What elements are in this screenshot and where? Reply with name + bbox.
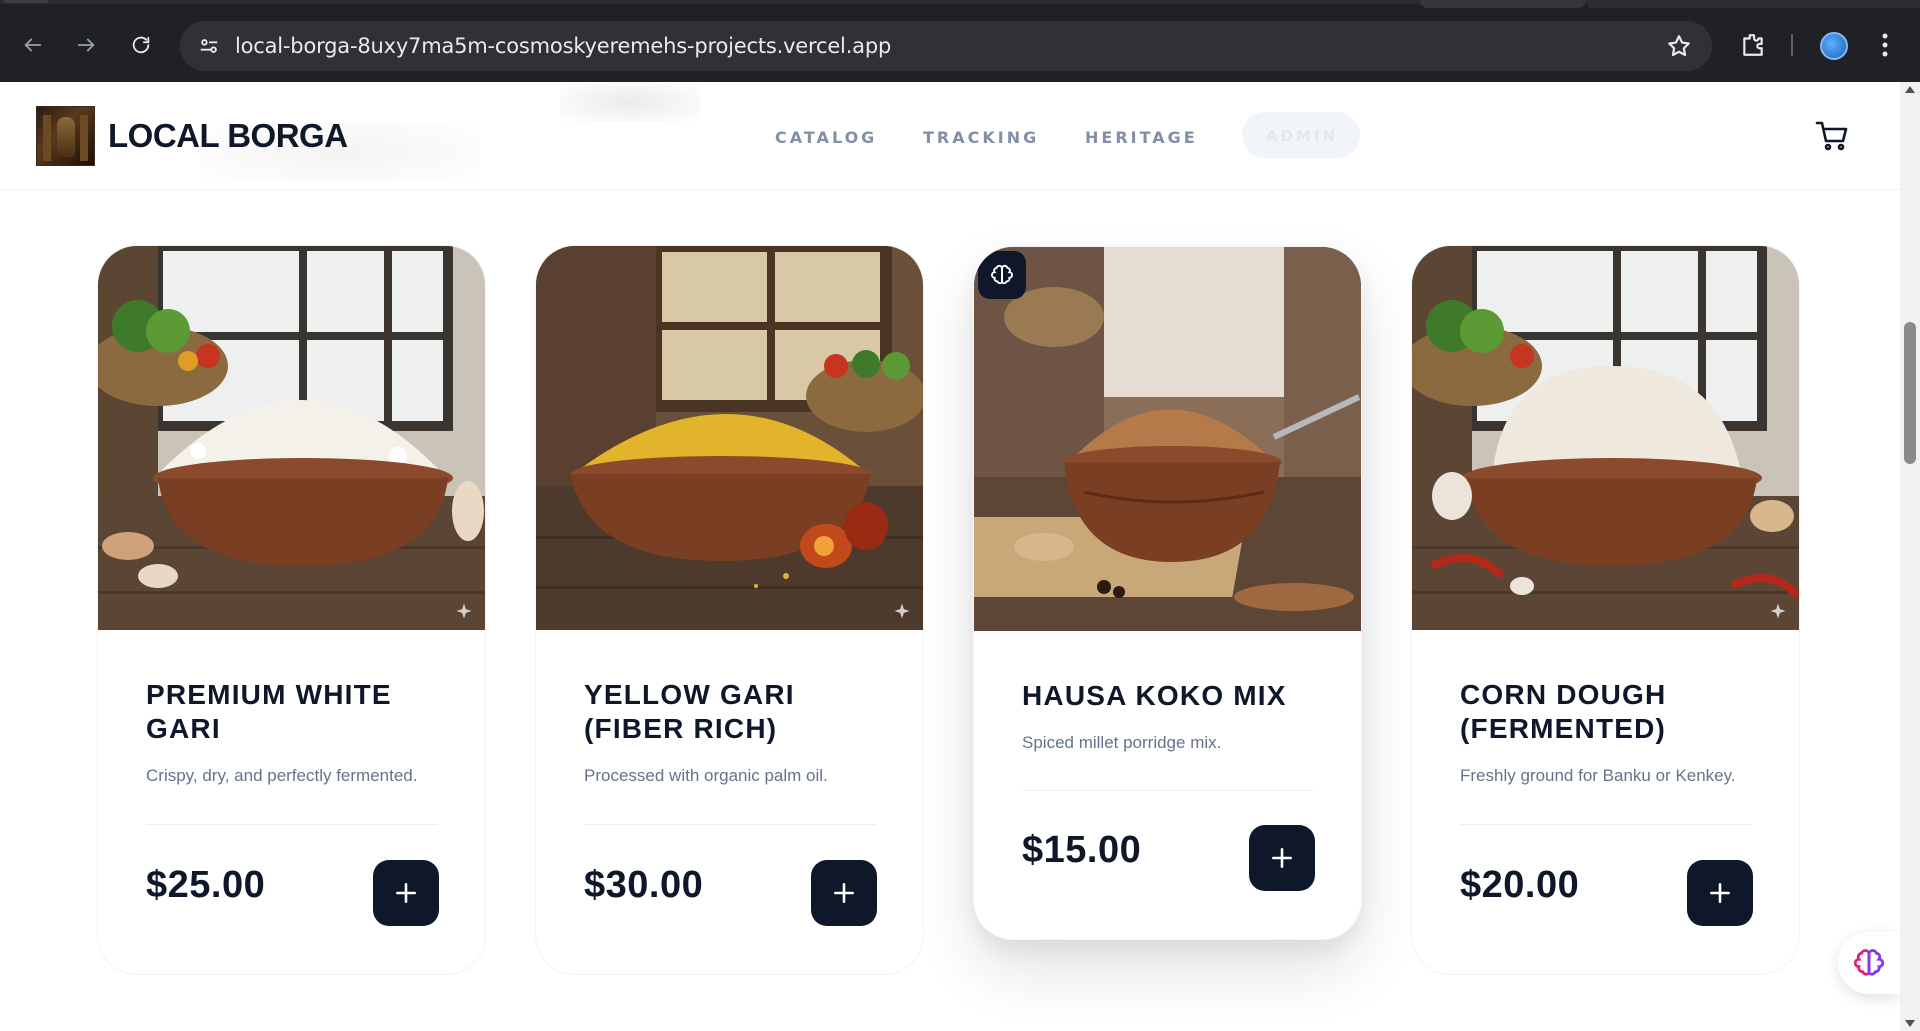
- product-description: Spiced millet porridge mix.: [1022, 733, 1222, 752]
- plus-icon: [396, 883, 416, 903]
- brain-icon: [991, 264, 1013, 285]
- product-title[interactable]: PREMIUM WHITE GARI: [146, 678, 446, 746]
- product-title[interactable]: CORN DOUGH (FERMENTED): [1460, 678, 1760, 746]
- plus-icon: [834, 883, 854, 903]
- product-image: [974, 247, 1361, 631]
- product-card: PREMIUM WHITE GARI Crispy, dry, and perf…: [97, 245, 486, 975]
- add-to-cart-button[interactable]: [1249, 825, 1315, 891]
- nav-admin-label: ADMIN: [1266, 127, 1339, 145]
- back-button[interactable]: [16, 28, 50, 62]
- product-card: HAUSA KOKO MIX Spiced millet porridge mi…: [973, 246, 1362, 940]
- extensions-icon[interactable]: [1740, 32, 1766, 58]
- card-divider: [1460, 824, 1752, 825]
- tab-edge[interactable]: [4, 0, 48, 3]
- url-text[interactable]: local-borga-8uxy7ma5m-cosmoskyeremehs-pr…: [235, 34, 891, 58]
- header-backdrop: [560, 82, 700, 122]
- arrow-right-icon: [77, 38, 95, 52]
- scrollbar-thumb[interactable]: [1904, 322, 1916, 464]
- product-description: Crispy, dry, and perfectly fermented.: [146, 766, 418, 785]
- cart-icon[interactable]: [1815, 120, 1849, 152]
- product-price: $20.00: [1460, 864, 1580, 906]
- sparkle-icon: [456, 603, 472, 619]
- product-card: CORN DOUGH (FERMENTED) Freshly ground fo…: [1411, 245, 1800, 975]
- bookmark-star-icon[interactable]: [1666, 33, 1692, 59]
- product-description: Processed with organic palm oil.: [584, 766, 828, 785]
- product-price: $25.00: [146, 864, 266, 906]
- ai-badge[interactable]: [978, 251, 1026, 299]
- site-settings-icon[interactable]: [198, 35, 220, 57]
- page-viewport: LOCAL BORGA CATALOG TRACKING HERITAGE AD…: [0, 82, 1900, 1031]
- product-title[interactable]: HAUSA KOKO MIX: [1022, 679, 1322, 713]
- forward-button[interactable]: [69, 28, 103, 62]
- nav-catalog[interactable]: CATALOG: [775, 128, 877, 147]
- nav-admin[interactable]: ADMIN: [1242, 112, 1360, 158]
- toolbar-separator: [1791, 34, 1793, 56]
- ai-assistant-button[interactable]: [1838, 932, 1900, 994]
- add-to-cart-button[interactable]: [1687, 860, 1753, 926]
- tab-strip-right: [1588, 0, 1920, 8]
- reload-icon: [132, 36, 150, 54]
- scroll-up-arrow[interactable]: [1905, 86, 1915, 93]
- more-menu-icon[interactable]: [1880, 32, 1890, 58]
- card-divider: [1022, 790, 1314, 791]
- product-price: $15.00: [1022, 829, 1142, 871]
- add-to-cart-button[interactable]: [811, 860, 877, 926]
- arrow-left-icon: [24, 38, 42, 52]
- page-scrollbar[interactable]: [1900, 82, 1920, 1031]
- product-card: YELLOW GARI (FIBER RICH) Processed with …: [535, 245, 924, 975]
- sparkle-icon: [894, 603, 910, 619]
- product-title[interactable]: YELLOW GARI (FIBER RICH): [584, 678, 884, 746]
- brand-name[interactable]: LOCAL BORGA: [108, 117, 348, 155]
- plus-icon: [1710, 883, 1730, 903]
- sparkle-icon: [1770, 603, 1786, 619]
- card-divider: [584, 824, 876, 825]
- product-image: [536, 246, 923, 630]
- browser-chrome: local-borga-8uxy7ma5m-cosmoskyeremehs-pr…: [0, 0, 1920, 82]
- address-bar[interactable]: local-borga-8uxy7ma5m-cosmoskyeremehs-pr…: [180, 21, 1712, 71]
- product-price: $30.00: [584, 864, 704, 906]
- brain-icon: [1854, 949, 1884, 976]
- product-description: Freshly ground for Banku or Kenkey.: [1460, 766, 1736, 785]
- profile-avatar[interactable]: [1820, 32, 1848, 60]
- brand-logo[interactable]: [36, 106, 95, 166]
- scroll-down-arrow[interactable]: [1905, 1020, 1915, 1027]
- add-to-cart-button[interactable]: [373, 860, 439, 926]
- plus-icon: [1272, 848, 1292, 868]
- tab-edge[interactable]: [1420, 0, 1586, 8]
- product-image: [98, 246, 485, 630]
- nav-heritage[interactable]: HERITAGE: [1085, 128, 1198, 147]
- nav-tracking[interactable]: TRACKING: [923, 128, 1039, 147]
- site-header: LOCAL BORGA CATALOG TRACKING HERITAGE AD…: [0, 82, 1900, 190]
- reload-button[interactable]: [124, 28, 158, 62]
- product-image: [1412, 246, 1799, 630]
- card-divider: [146, 824, 438, 825]
